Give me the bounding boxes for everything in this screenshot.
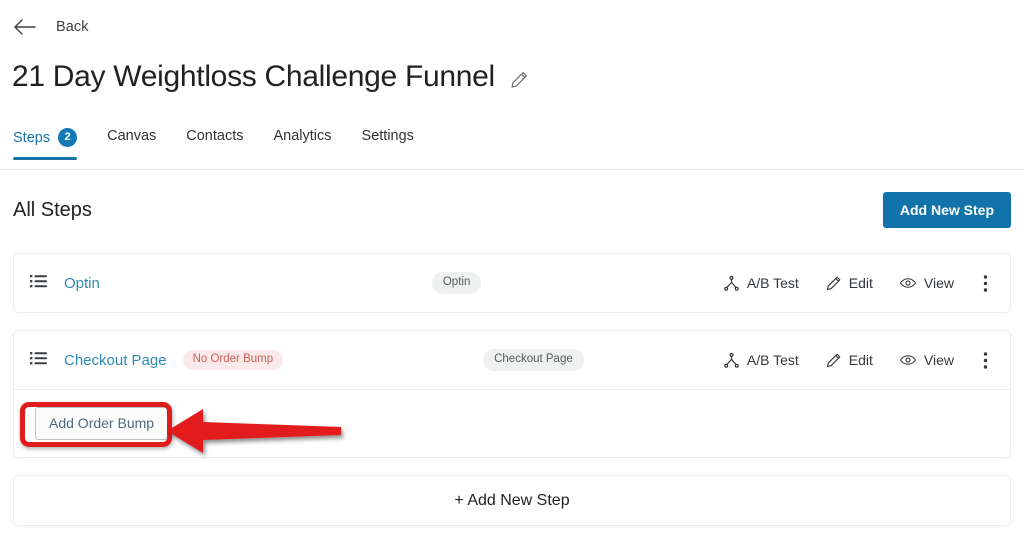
tab-analytics[interactable]: Analytics — [259, 128, 347, 156]
tab-steps[interactable]: Steps 2 — [13, 128, 92, 160]
page-title-row: 21 Day Weightloss Challenge Funnel — [12, 60, 529, 95]
eye-icon — [899, 351, 917, 369]
tab-steps-badge: 2 — [58, 128, 78, 147]
step-actions: A/B Test Edit View — [710, 274, 992, 293]
add-order-bump-button[interactable]: Add Order Bump — [35, 406, 169, 441]
tab-analytics-label: Analytics — [273, 128, 332, 144]
edit-button[interactable]: Edit — [812, 275, 886, 292]
table-row[interactable]: Checkout Page No Order Bump Checkout Pag… — [14, 331, 1010, 389]
step-name-link[interactable]: Optin — [64, 275, 100, 292]
split-branch-icon — [723, 352, 740, 369]
tab-settings-label: Settings — [361, 128, 414, 144]
tab-contacts-label: Contacts — [186, 128, 244, 144]
pencil-icon[interactable] — [509, 65, 529, 90]
pencil-icon — [825, 275, 842, 292]
step-type-badge: Optin — [431, 271, 482, 295]
list-handle-icon[interactable] — [28, 270, 64, 297]
step-actions: A/B Test Edit View — [710, 351, 992, 370]
edit-label: Edit — [848, 352, 873, 368]
tab-bar: Steps 2 Canvas Contacts Analytics Settin… — [0, 128, 1024, 170]
edit-label: Edit — [848, 275, 873, 291]
step-card-checkout-page: Checkout Page No Order Bump Checkout Pag… — [13, 330, 1011, 458]
view-label: View — [923, 275, 954, 291]
tab-settings[interactable]: Settings — [347, 128, 429, 156]
all-steps-heading: All Steps — [13, 198, 92, 221]
ab-test-button[interactable]: A/B Test — [710, 275, 812, 292]
view-button[interactable]: View — [886, 351, 967, 369]
view-button[interactable]: View — [886, 274, 967, 292]
more-options-button[interactable] — [967, 274, 992, 293]
steps-section-header: All Steps Add New Step — [0, 192, 1024, 228]
ab-test-label: A/B Test — [746, 275, 799, 291]
status-badge: No Order Bump — [182, 349, 284, 371]
funnel-steps-page: Back 21 Day Weightloss Challenge Funnel … — [0, 0, 1024, 542]
edit-button[interactable]: Edit — [812, 352, 886, 369]
tab-contacts[interactable]: Contacts — [171, 128, 258, 156]
add-new-step-label: + Add New Step — [454, 491, 570, 509]
view-label: View — [923, 352, 954, 368]
step-card-optin: Optin Optin A/B Test Edit View — [13, 253, 1011, 313]
page-title: 21 Day Weightloss Challenge Funnel — [12, 60, 495, 93]
eye-icon — [899, 274, 917, 292]
tab-canvas[interactable]: Canvas — [92, 128, 171, 156]
tab-steps-label: Steps — [13, 129, 51, 146]
back-label[interactable]: Back — [56, 19, 89, 35]
step-type-container: Checkout Page — [283, 348, 710, 372]
ab-test-label: A/B Test — [746, 352, 799, 368]
more-options-button[interactable] — [967, 351, 992, 370]
step-name-link[interactable]: Checkout Page — [64, 352, 167, 369]
step-type-badge: Checkout Page — [483, 348, 584, 372]
add-new-step-button[interactable]: Add New Step — [882, 192, 1011, 228]
list-handle-icon[interactable] — [28, 347, 64, 374]
order-bump-section: Add Order Bump — [14, 390, 1010, 457]
tab-canvas-label: Canvas — [107, 128, 157, 144]
ab-test-button[interactable]: A/B Test — [710, 352, 812, 369]
split-branch-icon — [723, 275, 740, 292]
step-type-container: Optin — [100, 271, 710, 295]
back-navigation[interactable]: Back — [12, 14, 89, 40]
pencil-icon — [825, 352, 842, 369]
table-row[interactable]: Optin Optin A/B Test Edit View — [14, 254, 1010, 312]
add-new-step-card[interactable]: + Add New Step — [13, 475, 1011, 526]
steps-list: Optin Optin A/B Test Edit View Checkout … — [13, 253, 1011, 526]
arrow-left-icon[interactable] — [12, 17, 38, 37]
